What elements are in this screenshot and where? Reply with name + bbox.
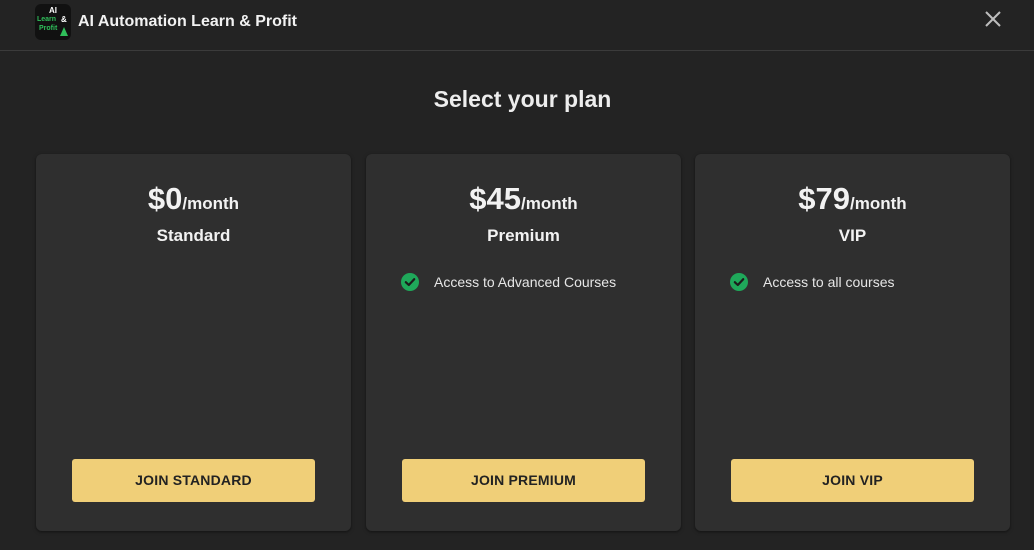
check-circle-icon (401, 273, 419, 291)
app-header: AI Learn & Profit AI Automation Learn & … (0, 0, 1034, 51)
app-logo: AI Learn & Profit (35, 4, 71, 40)
app-title: AI Automation Learn & Profit (78, 13, 297, 30)
price: $45/month (366, 180, 681, 224)
logo-text-profit: Profit (39, 25, 58, 32)
plan-name: Standard (156, 226, 231, 245)
plan-card-vip: $79/month VIP Access to all courses JOIN… (695, 154, 1010, 531)
plan-name: VIP (838, 226, 867, 245)
plan-card-standard: $0/month Standard JOIN STANDARD (36, 154, 351, 531)
price-amount: $79 (798, 181, 851, 216)
page-title: Select your plan (433, 86, 612, 112)
price-amount: $0 (147, 181, 183, 216)
price-period: /month (182, 194, 240, 213)
plan-name: Premium (487, 226, 560, 245)
logo-text-learn: Learn (37, 16, 57, 23)
price: $79/month (695, 180, 1010, 224)
price-period: /month (521, 194, 578, 213)
price: $0/month (36, 180, 351, 224)
logo-text-ai: AI (49, 6, 57, 15)
feature-label: Access to Advanced Courses (434, 274, 617, 290)
close-button[interactable] (982, 8, 1004, 30)
join-standard-button[interactable]: JOIN STANDARD (72, 459, 315, 502)
check-circle-icon (730, 273, 748, 291)
logo-arrow-icon (60, 27, 68, 36)
price-amount: $45 (469, 181, 522, 216)
close-icon (985, 11, 1001, 27)
price-period: /month (850, 194, 907, 213)
feature-label: Access to all courses (763, 274, 895, 290)
plan-card-premium: $45/month Premium Access to Advanced Cou… (366, 154, 681, 531)
logo-text-amp: & (61, 15, 67, 24)
join-vip-button[interactable]: JOIN VIP (731, 459, 974, 502)
join-premium-button[interactable]: JOIN PREMIUM (402, 459, 645, 502)
